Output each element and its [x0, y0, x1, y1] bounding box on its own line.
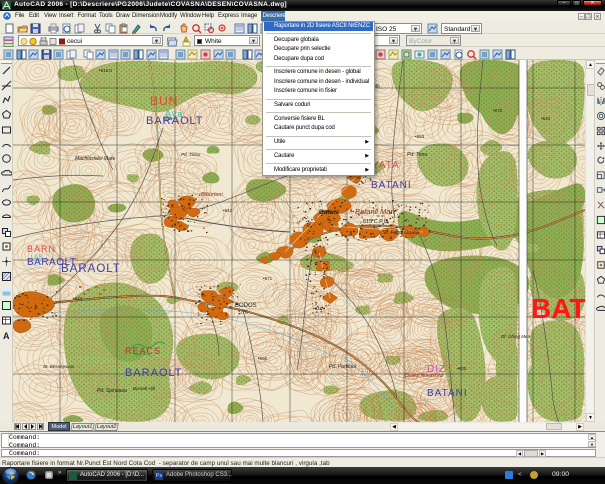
- svg-text:Pd. Partiloui: Pd. Partiloui: [329, 364, 357, 370]
- svg-text:/76: /76: [241, 310, 248, 316]
- svg-text:BARN: BARN: [27, 244, 56, 254]
- svg-text:Batani: Batani: [319, 209, 339, 216]
- svg-text:Vf. Fagul Orjanu: Vf. Fagul Orjanu: [383, 230, 420, 236]
- svg-text:•515.0: •515.0: [99, 68, 112, 73]
- svg-text:BUN: BUN: [150, 94, 178, 108]
- svg-text:BARAOLT: BARAOLT: [61, 263, 121, 275]
- svg-text:Pd. Tirisu: Pd. Tirisu: [181, 152, 200, 157]
- svg-text:•556: •556: [258, 356, 268, 361]
- svg-text:Dealul Hovashilor: Dealul Hovashilor: [405, 373, 445, 379]
- svg-text:Pd. Spinoasa: Pd. Spinoasa: [97, 388, 127, 394]
- svg-text:615 C.P.O.: 615 C.P.O.: [363, 219, 390, 225]
- svg-text:St. Besenjeusis: St. Besenjeusis: [43, 364, 75, 369]
- svg-text:Df. Ghing Mea: Df. Ghing Mea: [501, 334, 531, 339]
- svg-text:Batanii Mari: Batanii Mari: [355, 207, 395, 216]
- svg-text:REACS: REACS: [125, 346, 161, 356]
- svg-text:•603: •603: [457, 366, 467, 371]
- svg-text:•611: •611: [313, 306, 322, 311]
- svg-text:BATANI: BATANI: [371, 180, 412, 191]
- svg-text:BODOS: BODOS: [235, 303, 257, 309]
- svg-text:Pd. Tirnu: Pd. Tirnu: [407, 152, 427, 158]
- svg-text:•542: •542: [223, 208, 233, 213]
- svg-text:Biborteni: Biborteni: [201, 192, 223, 198]
- svg-text:•534: •534: [73, 296, 83, 301]
- svg-text:•575: •575: [493, 108, 503, 113]
- svg-text:•593: •593: [415, 134, 425, 139]
- svg-text:A: A: [3, 331, 10, 341]
- svg-text:BAT: BAT: [531, 293, 585, 324]
- svg-text:Machiasfalvi Mare: Machiasfalvi Mare: [75, 156, 116, 162]
- svg-text:Baraolt Hill: Baraolt Hill: [133, 386, 156, 391]
- svg-text:BATANI: BATANI: [427, 388, 468, 399]
- svg-text:BARAOLT: BARAOLT: [125, 367, 183, 379]
- svg-text:•498: •498: [163, 116, 173, 121]
- svg-text:LAS: LAS: [31, 255, 42, 261]
- svg-text:•571: •571: [263, 276, 273, 281]
- svg-text:•640: •640: [541, 116, 551, 121]
